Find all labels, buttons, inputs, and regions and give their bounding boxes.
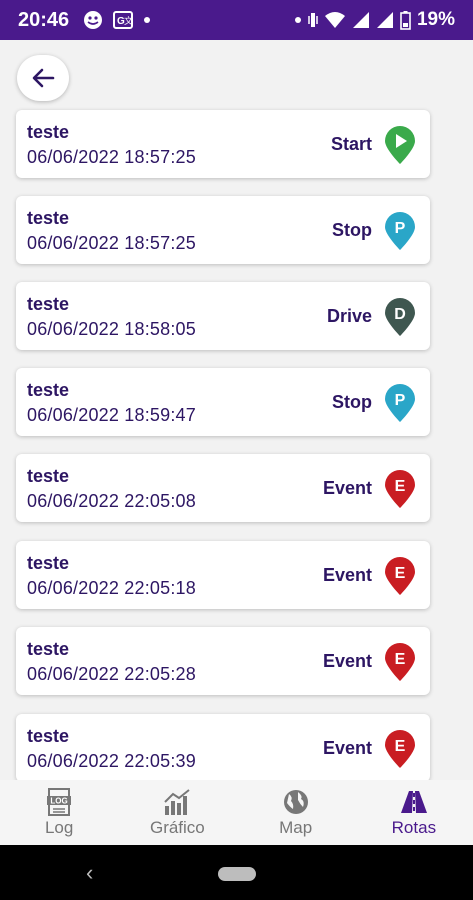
- event-pin-icon: E: [385, 557, 415, 595]
- nav-label-grafico: Gráfico: [149, 817, 205, 837]
- system-home-pill[interactable]: [218, 867, 256, 881]
- item-type: Stop: [332, 392, 372, 412]
- route-item[interactable]: teste 06/06/2022 22:05:18 Event E: [16, 541, 430, 609]
- nav-label-log: Log: [44, 817, 74, 837]
- item-datetime: 06/06/2022 22:05:18: [27, 578, 196, 598]
- route-item[interactable]: teste 06/06/2022 22:05:08 Event E: [16, 454, 430, 522]
- item-type: Event: [322, 565, 372, 585]
- status-system-icons: 19%: [294, 9, 455, 31]
- item-type: Event: [322, 651, 372, 671]
- bottom-navigation: LOG Log Gráfico Map Rotas: [0, 780, 473, 845]
- item-datetime: 06/06/2022 18:58:05: [27, 319, 196, 339]
- route-item[interactable]: teste 06/06/2022 22:05:28 Event E: [16, 627, 430, 695]
- item-title: teste: [27, 294, 70, 314]
- item-title: teste: [27, 208, 70, 228]
- battery-icon: [400, 10, 411, 30]
- nav-item-log[interactable]: LOG Log: [0, 780, 118, 845]
- route-item[interactable]: teste 06/06/2022 18:59:47 Stop P: [16, 368, 430, 436]
- signal-icon: [376, 12, 393, 28]
- dot-icon: [144, 17, 151, 23]
- status-bar: 20:46 G文 19%: [0, 0, 473, 40]
- svg-text:D: D: [394, 306, 406, 323]
- item-datetime: 06/06/2022 18:59:47: [27, 405, 196, 425]
- status-notification-icons: G文: [83, 10, 151, 30]
- item-datetime: 06/06/2022 22:05:08: [27, 491, 196, 511]
- event-pin-icon: E: [385, 730, 415, 768]
- item-datetime: 06/06/2022 18:57:25: [27, 233, 196, 253]
- svg-text:E: E: [395, 478, 406, 495]
- item-datetime: 06/06/2022 22:05:28: [27, 664, 196, 684]
- item-datetime: 06/06/2022 18:57:25: [27, 147, 196, 167]
- svg-text:E: E: [395, 565, 406, 582]
- svg-text:P: P: [395, 220, 406, 237]
- chart-icon: [164, 788, 190, 815]
- road-icon: [400, 790, 427, 813]
- svg-text:LOG: LOG: [50, 796, 67, 805]
- wifi-icon: [324, 12, 345, 28]
- nav-item-grafico[interactable]: Gráfico: [118, 780, 236, 845]
- vibrate-icon: [308, 13, 318, 27]
- signal-icon: [352, 12, 369, 28]
- route-item[interactable]: teste 06/06/2022 18:58:05 Drive D: [16, 282, 430, 350]
- item-title: teste: [27, 380, 70, 400]
- nav-label-map: Map: [279, 817, 313, 837]
- item-type: Start: [330, 134, 372, 154]
- battery-percent: 19%: [416, 9, 455, 30]
- svg-text:P: P: [395, 392, 406, 409]
- item-type: Event: [322, 738, 372, 758]
- item-title: teste: [27, 639, 70, 659]
- nav-item-map[interactable]: Map: [237, 780, 355, 845]
- log-icon: LOG: [47, 787, 72, 816]
- globe-icon: [283, 789, 308, 814]
- item-type: Stop: [332, 220, 372, 240]
- stop-pin-icon: P: [385, 212, 415, 250]
- item-title: teste: [27, 466, 70, 486]
- item-type: Event: [322, 478, 372, 498]
- event-pin-icon: E: [385, 470, 415, 508]
- system-navigation-bar: ‹: [0, 845, 473, 900]
- item-title: teste: [27, 122, 70, 142]
- item-title: teste: [27, 726, 70, 746]
- system-back-icon[interactable]: ‹: [86, 860, 93, 886]
- svg-text:E: E: [395, 738, 406, 755]
- back-button[interactable]: [17, 55, 69, 101]
- drive-pin-icon: D: [385, 298, 415, 336]
- app-notification-icon: [84, 11, 103, 29]
- svg-text:E: E: [395, 651, 406, 668]
- route-item[interactable]: teste 06/06/2022 22:05:39 Event E: [16, 714, 430, 780]
- arrow-left-icon: [32, 68, 55, 88]
- dot-icon: [294, 17, 301, 23]
- nav-label-rotas: Rotas: [391, 817, 437, 837]
- translate-icon: G文: [113, 11, 134, 29]
- item-title: teste: [27, 553, 70, 573]
- item-datetime: 06/06/2022 22:05:39: [27, 751, 196, 771]
- status-time: 20:46: [18, 8, 70, 31]
- route-list-screen: teste 06/06/2022 18:57:25 Start teste 06…: [0, 40, 473, 780]
- route-item[interactable]: teste 06/06/2022 18:57:25 Start: [16, 110, 430, 178]
- item-type: Drive: [326, 306, 372, 326]
- event-pin-icon: E: [385, 643, 415, 681]
- svg-text:文: 文: [124, 15, 133, 27]
- route-item[interactable]: teste 06/06/2022 18:57:25 Stop P: [16, 196, 430, 264]
- play-pin-icon: [385, 126, 415, 164]
- stop-pin-icon: P: [385, 384, 415, 422]
- nav-item-rotas[interactable]: Rotas: [355, 780, 473, 845]
